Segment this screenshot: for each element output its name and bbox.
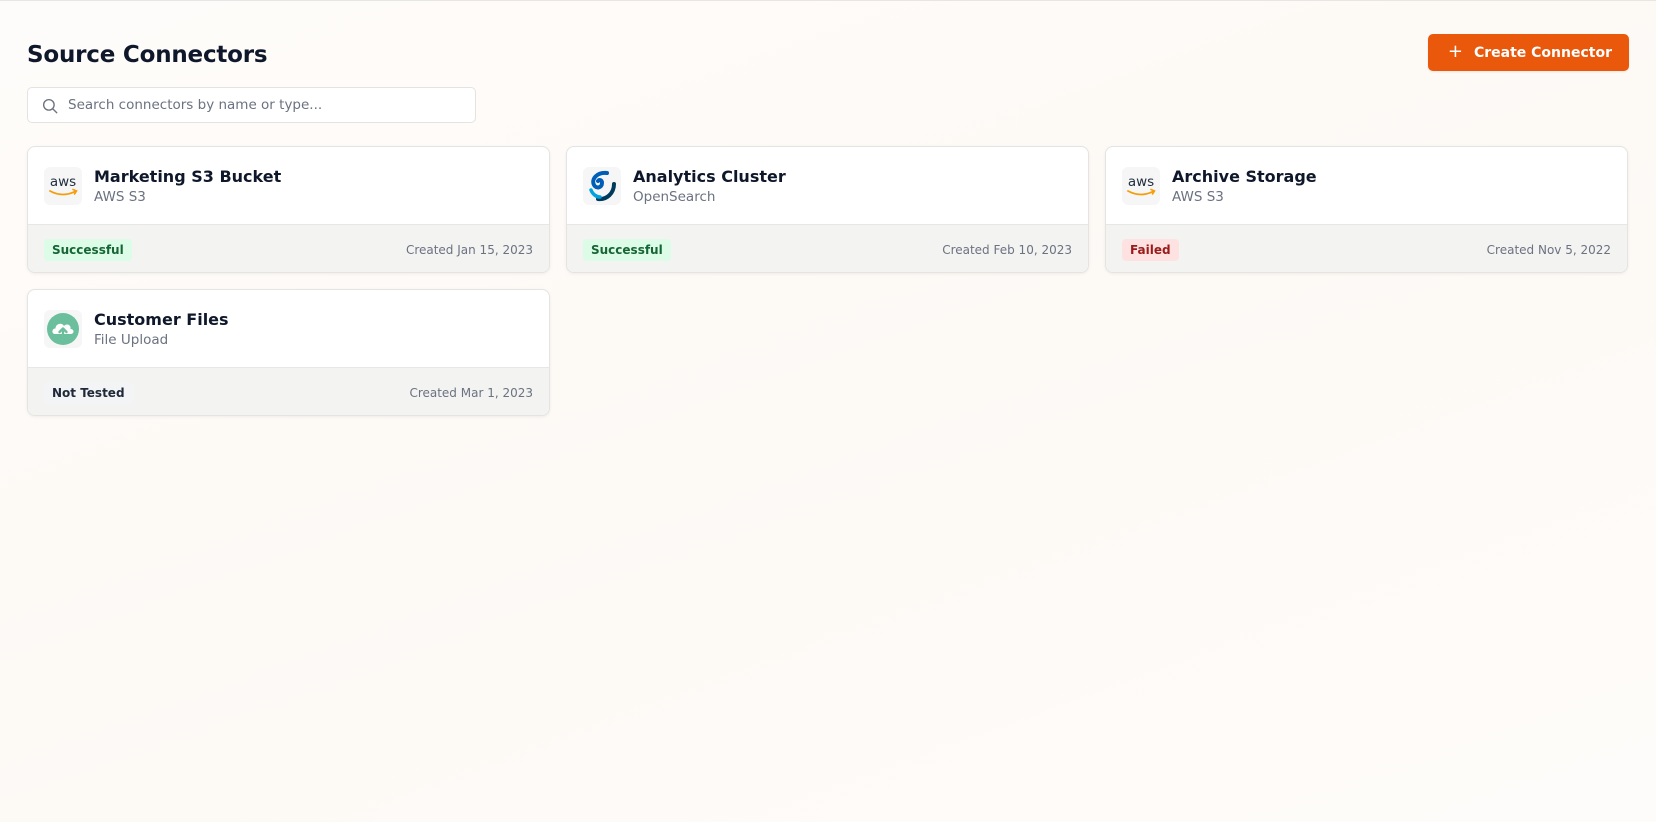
svg-text:aws: aws <box>50 174 76 190</box>
connector-card[interactable]: Analytics Cluster OpenSearch Successful … <box>566 146 1089 273</box>
aws-logo-icon: aws <box>1122 166 1160 205</box>
connector-type: AWS S3 <box>94 188 146 205</box>
svg-text:aws: aws <box>1128 174 1154 190</box>
connector-name: Customer Files <box>94 309 229 329</box>
connector-card-footer: Not Tested Created Mar 1, 2023 <box>28 367 549 415</box>
connector-card-footer: Successful Created Feb 10, 2023 <box>567 224 1088 272</box>
connector-card-footer: Failed Created Nov 5, 2022 <box>1106 224 1627 272</box>
connector-name: Analytics Cluster <box>633 166 786 186</box>
connector-card-footer: Successful Created Jan 15, 2023 <box>28 224 549 272</box>
created-date: Created Mar 1, 2023 <box>409 385 533 400</box>
search-icon <box>42 98 58 114</box>
opensearch-logo-icon <box>583 166 621 205</box>
connector-card[interactable]: Customer Files File Upload Not Tested Cr… <box>27 289 550 416</box>
status-badge: Failed <box>1122 238 1179 261</box>
cloud-upload-icon <box>44 309 82 348</box>
source-connectors-page: Source Connectors + Create Connector aws <box>0 1 1656 822</box>
connector-card-header: Analytics Cluster OpenSearch <box>567 147 1088 224</box>
connector-name: Archive Storage <box>1172 166 1317 186</box>
create-connector-label: Create Connector <box>1473 44 1612 61</box>
connector-name: Marketing S3 Bucket <box>94 166 282 186</box>
status-badge: Successful <box>583 238 671 261</box>
created-date: Created Jan 15, 2023 <box>405 242 533 257</box>
connector-type: File Upload <box>94 331 169 348</box>
search-box <box>27 87 476 123</box>
search-input[interactable] <box>28 88 475 122</box>
created-date: Created Nov 5, 2022 <box>1486 242 1611 257</box>
aws-logo-icon: aws <box>44 166 82 205</box>
created-date: Created Feb 10, 2023 <box>942 242 1072 257</box>
connector-card-header: aws Archive Storage AWS S3 <box>1106 147 1627 224</box>
connectors-grid: aws Marketing S3 Bucket AWS S3 Successfu… <box>27 146 1629 416</box>
page-title: Source Connectors <box>27 41 268 68</box>
page-header: Source Connectors + Create Connector <box>27 1 1629 71</box>
connector-card[interactable]: aws Archive Storage AWS S3 Failed Create… <box>1105 146 1628 273</box>
status-badge: Successful <box>44 238 132 261</box>
status-badge: Not Tested <box>44 381 133 404</box>
connector-type: AWS S3 <box>1172 188 1224 205</box>
connector-card-header: aws Marketing S3 Bucket AWS S3 <box>28 147 549 224</box>
connector-type: OpenSearch <box>633 188 716 205</box>
plus-icon: + <box>1447 40 1463 62</box>
connector-card[interactable]: aws Marketing S3 Bucket AWS S3 Successfu… <box>27 146 550 273</box>
create-connector-button[interactable]: + Create Connector <box>1427 34 1629 71</box>
connector-card-header: Customer Files File Upload <box>28 290 549 367</box>
